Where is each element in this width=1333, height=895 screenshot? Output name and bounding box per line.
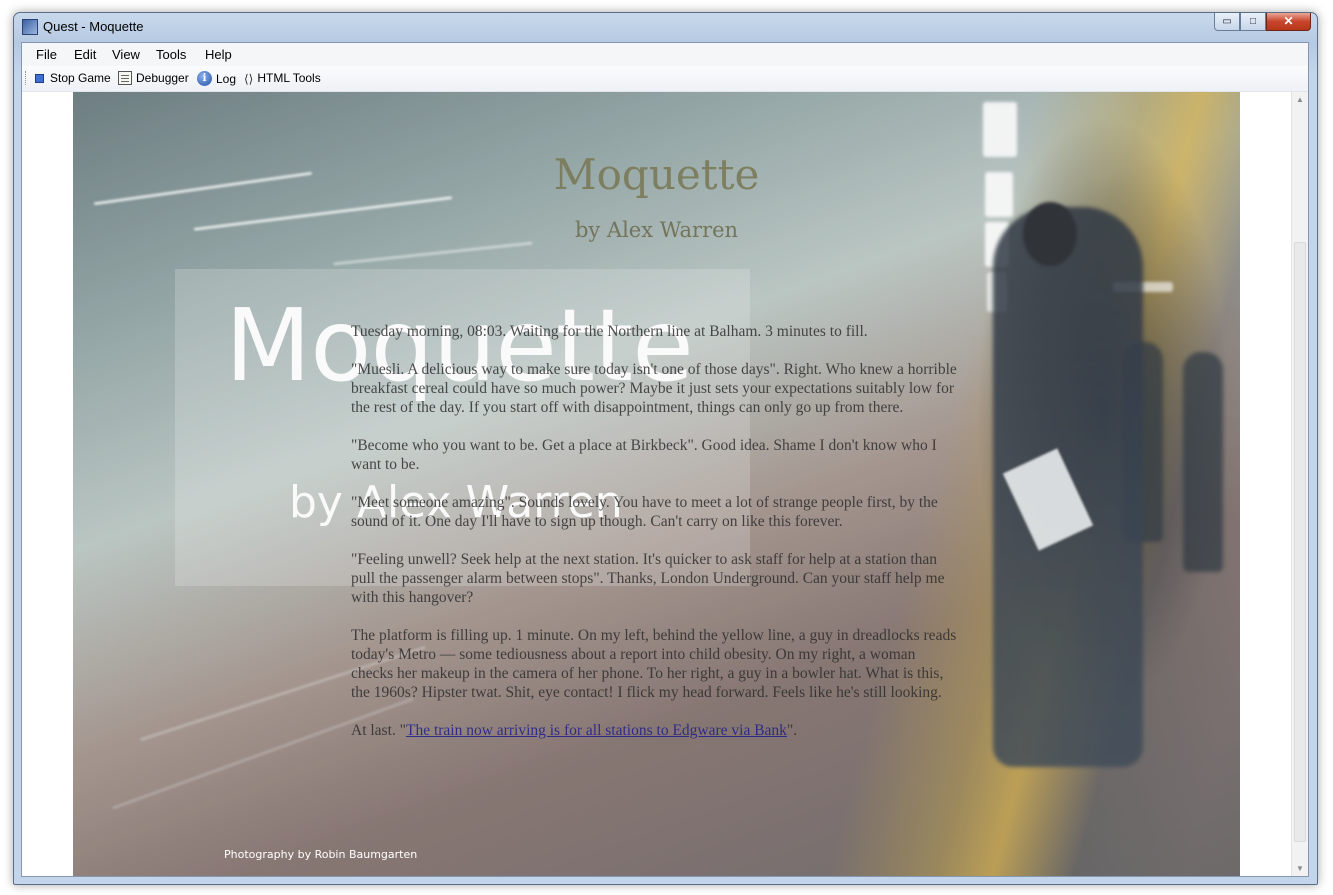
menu-bar: File Edit View Tools Help xyxy=(22,43,1308,66)
html-tools-icon: ⟨⟩ xyxy=(244,71,254,86)
close-button[interactable]: ✕ xyxy=(1266,13,1311,31)
story-paragraph: The platform is filling up. 1 minute. On… xyxy=(351,627,957,701)
stop-game-button[interactable]: Stop Game xyxy=(35,71,111,85)
menu-edit[interactable]: Edit xyxy=(74,47,96,62)
story-paragraph: "Become who you want to be. Get a place … xyxy=(351,437,937,473)
minimize-button[interactable]: ▭ xyxy=(1214,13,1240,31)
menu-help[interactable]: Help xyxy=(205,47,232,62)
debugger-label: Debugger xyxy=(136,71,189,85)
menu-file[interactable]: File xyxy=(36,47,57,62)
caption-buttons: ▭ □ ✕ xyxy=(1214,13,1311,32)
story-text: Tuesday morning, 08:03. Waiting for the … xyxy=(351,322,961,759)
title-bar[interactable]: Quest - Moquette ▭ □ ✕ xyxy=(14,13,1317,41)
debugger-icon xyxy=(118,71,132,85)
last-suffix: ". xyxy=(786,722,798,739)
debugger-button[interactable]: Debugger xyxy=(118,71,189,85)
story-last-paragraph: At last. "The train now arriving is for … xyxy=(351,721,961,740)
maximize-button[interactable]: □ xyxy=(1240,13,1266,31)
story-paragraph: "Muesli. A delicious way to make sure to… xyxy=(351,361,957,416)
window-title: Quest - Moquette xyxy=(43,19,144,34)
stop-game-label: Stop Game xyxy=(50,71,111,85)
story-paragraph: "Meet someone amazing". Sounds lovely. Y… xyxy=(351,494,938,530)
train-arriving-link[interactable]: The train now arriving is for all statio… xyxy=(406,722,787,739)
game-viewport: Moquette by Alex Warren Moquette by Alex… xyxy=(22,92,1292,876)
log-label: Log xyxy=(216,71,237,86)
log-button[interactable]: i Log xyxy=(197,71,236,86)
photo-credit: Photography by Robin Baumgarten xyxy=(224,848,418,861)
menu-tools[interactable]: Tools xyxy=(156,47,186,62)
game-title: Moquette xyxy=(553,150,760,199)
last-prefix: At last. " xyxy=(351,722,406,739)
scroll-down-icon[interactable]: ▼ xyxy=(1296,864,1304,873)
story-paragraph: Tuesday morning, 08:03. Waiting for the … xyxy=(351,323,868,340)
scroll-up-icon[interactable]: ▲ xyxy=(1296,95,1304,104)
vertical-scrollbar[interactable]: ▲ ▼ xyxy=(1291,92,1308,876)
info-icon: i xyxy=(197,71,212,86)
scroll-thumb[interactable] xyxy=(1294,242,1306,842)
menu-view[interactable]: View xyxy=(112,47,140,62)
html-tools-button[interactable]: ⟨⟩ HTML Tools xyxy=(244,71,321,86)
html-tools-label: HTML Tools xyxy=(257,71,321,85)
game-background: Moquette by Alex Warren Moquette by Alex… xyxy=(73,92,1240,876)
app-window: Quest - Moquette ▭ □ ✕ File Edit View To… xyxy=(13,12,1318,885)
story-paragraph: "Feeling unwell? Seek help at the next s… xyxy=(351,551,945,606)
game-author: by Alex Warren xyxy=(574,218,739,242)
client-area: File Edit View Tools Help Stop Game Debu… xyxy=(21,42,1309,877)
toolbar-grip[interactable] xyxy=(25,71,28,85)
toolbar: Stop Game Debugger i Log ⟨⟩ HTML Tools xyxy=(22,66,1308,92)
stop-icon xyxy=(35,73,44,83)
quest-app-icon xyxy=(22,19,38,35)
